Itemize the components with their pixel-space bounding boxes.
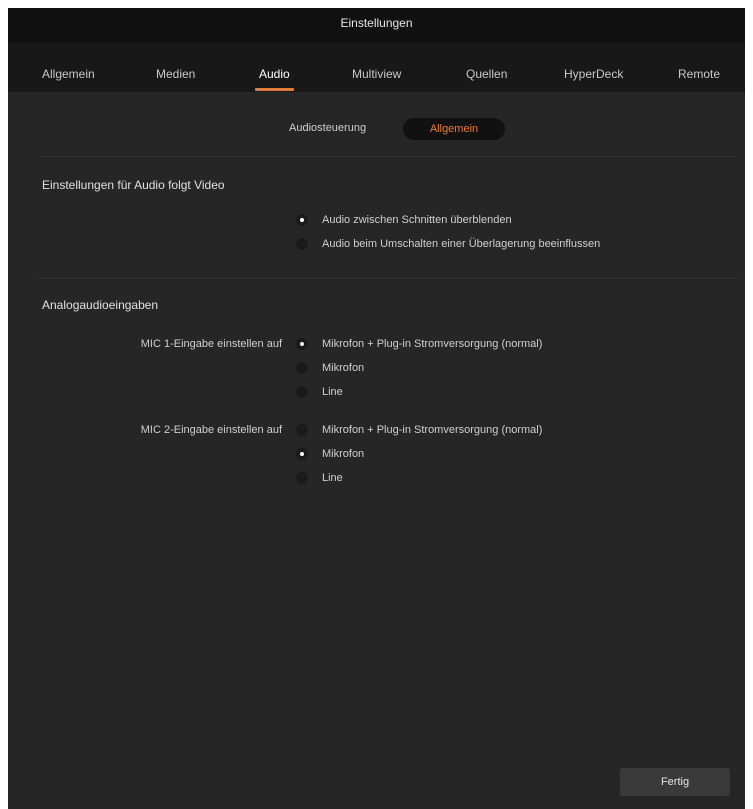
section-divider — [38, 278, 738, 279]
section-divider — [38, 156, 738, 157]
radio-unselected-icon[interactable] — [296, 472, 308, 484]
tab-quellen[interactable]: Quellen — [466, 42, 507, 92]
subnav-audiosteuerung[interactable]: Audiosteuerung — [289, 122, 366, 134]
tab-audio[interactable]: Audio — [255, 42, 294, 92]
radio-unselected-icon[interactable] — [296, 424, 308, 436]
tab-medien[interactable]: Medien — [156, 42, 195, 92]
radio-selected-icon[interactable] — [296, 338, 308, 350]
radio-unselected-icon[interactable] — [296, 238, 308, 250]
subnav-allgemein[interactable]: Allgemein — [403, 118, 505, 140]
mic1-label: MIC 1-Eingabe einstellen auf — [140, 338, 282, 350]
done-button[interactable]: Fertig — [620, 768, 730, 796]
analog-section-title: Analogaudioeingaben — [42, 298, 159, 312]
settings-window: Einstellungen Allgemein Medien Audio Mul… — [8, 8, 745, 809]
window-title: Einstellungen — [8, 8, 745, 42]
radio-unselected-icon[interactable] — [296, 362, 308, 374]
radio-selected-icon[interactable] — [296, 214, 308, 226]
audio-subnav: Audiosteuerung Allgemein — [8, 118, 745, 142]
tab-bar: Allgemein Medien Audio Multiview Quellen… — [8, 42, 745, 92]
mic2-label: MIC 2-Eingabe einstellen auf — [140, 424, 282, 436]
afv-section-title: Einstellungen für Audio folgt Video — [42, 178, 225, 192]
radio-unselected-icon[interactable] — [296, 386, 308, 398]
tab-allgemein[interactable]: Allgemein — [42, 42, 95, 92]
tab-multiview[interactable]: Multiview — [352, 42, 401, 92]
radio-selected-icon[interactable] — [296, 448, 308, 460]
tab-hyperdeck[interactable]: HyperDeck — [564, 42, 623, 92]
tab-remote[interactable]: Remote — [678, 42, 720, 92]
